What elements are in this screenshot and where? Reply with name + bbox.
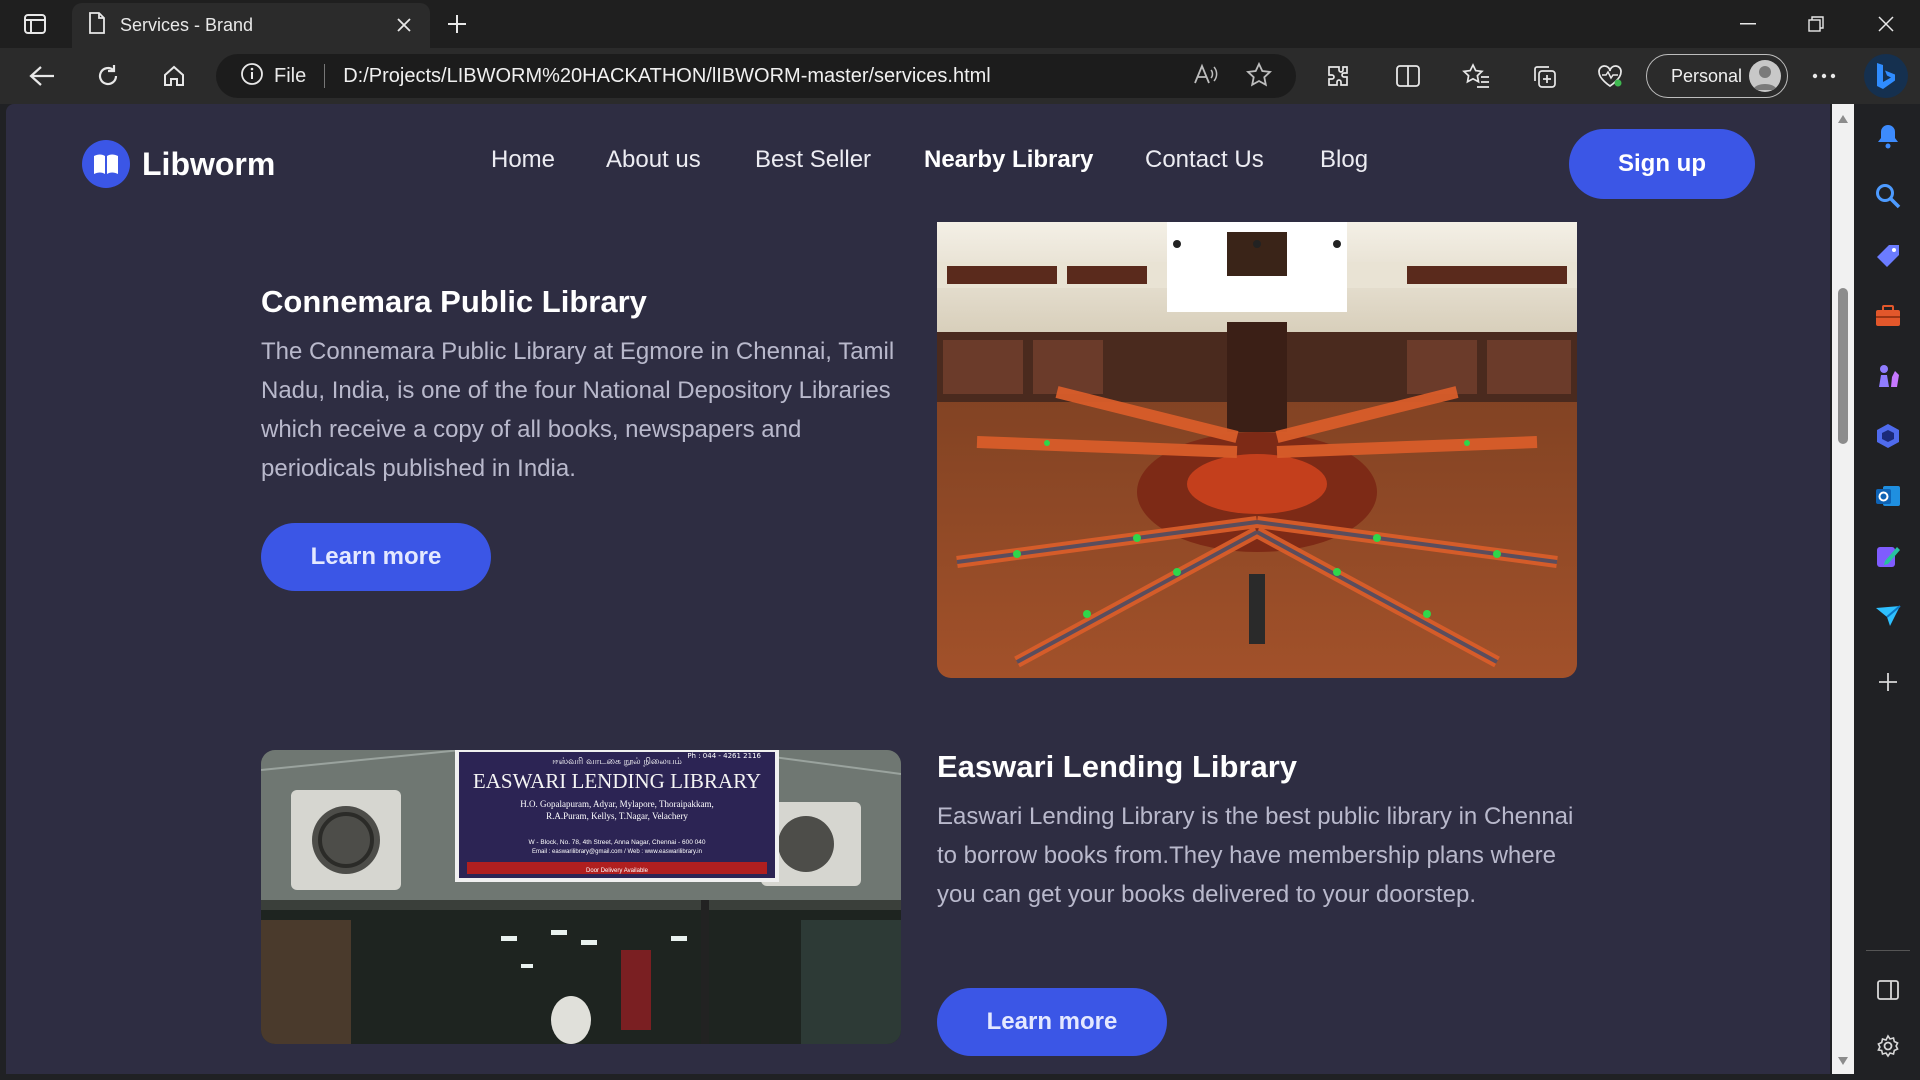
nav-contact-us[interactable]: Contact Us <box>1145 146 1264 174</box>
book-icon <box>82 140 130 188</box>
nav-best-seller[interactable]: Best Seller <box>755 146 871 174</box>
sidebar-divider <box>1866 950 1910 951</box>
collections-icon[interactable] <box>1524 58 1564 94</box>
nav-blog[interactable]: Blog <box>1320 146 1368 174</box>
new-tab-icon[interactable] <box>440 8 474 40</box>
sidebar-settings-gear-icon[interactable] <box>1872 1030 1904 1062</box>
refresh-icon[interactable] <box>88 58 128 94</box>
microsoft-365-icon[interactable] <box>1872 420 1904 452</box>
tools-briefcase-icon[interactable] <box>1872 300 1904 332</box>
games-chess-icon[interactable] <box>1872 360 1904 392</box>
edge-sidebar <box>1856 104 1920 1080</box>
learn-more-button-easwari[interactable]: Learn more <box>937 988 1167 1056</box>
sign-up-button[interactable]: Sign up <box>1569 129 1755 199</box>
browser-window: Services - Brand File D:/Projects/LIBWOR… <box>0 0 1920 1080</box>
site-logo[interactable]: Libworm <box>82 140 275 188</box>
minimize-icon[interactable] <box>1714 0 1782 48</box>
read-aloud-icon[interactable] <box>1192 62 1218 93</box>
tab-title: Services - Brand <box>120 15 254 35</box>
outlook-icon[interactable] <box>1872 480 1904 512</box>
library-photo-easwari: ஈஸ்வரி வாடகை நூல் நிலையம் Ph : 044 - 426… <box>261 750 901 1044</box>
sign-delivery-text: Door Delivery Available <box>586 868 649 874</box>
add-favorite-star-icon[interactable] <box>1245 61 1273 93</box>
shopping-tag-icon[interactable] <box>1872 240 1904 272</box>
split-screen-icon[interactable] <box>1388 58 1428 94</box>
extensions-icon[interactable] <box>1318 58 1358 94</box>
nav-nearby-library[interactable]: Nearby Library <box>924 146 1093 174</box>
notifications-bell-icon[interactable] <box>1872 120 1904 152</box>
library-photo-connemara <box>937 222 1577 678</box>
add-sidebar-app-icon[interactable] <box>1872 666 1904 698</box>
sign-address-text: W - Block, No. 78, 4th Street, Anna Naga… <box>528 839 705 846</box>
scroll-down-arrow-icon[interactable] <box>1837 1054 1849 1066</box>
profile-label: Personal <box>1671 65 1743 86</box>
search-icon[interactable] <box>1872 180 1904 212</box>
sign-tamil-text: ஈஸ்வரி வாடகை நூல் நிலையம் <box>552 757 682 767</box>
restore-icon[interactable] <box>1782 0 1850 48</box>
tab-strip: Services - Brand <box>0 0 1920 48</box>
tab-actions-icon[interactable] <box>18 10 52 38</box>
avatar <box>1749 60 1781 92</box>
sign-branches-text-2: R.A.Puram, Kellys, T.Nagar, Velachery <box>546 811 688 821</box>
address-separator <box>324 64 326 88</box>
browser-toolbar: File D:/Projects/LIBWORM%20HACKATHON/lIB… <box>0 48 1920 104</box>
close-window-icon[interactable] <box>1852 0 1920 48</box>
home-icon[interactable] <box>154 58 194 94</box>
address-bar[interactable]: File D:/Projects/LIBWORM%20HACKATHON/lIB… <box>216 54 1296 98</box>
bing-copilot-icon[interactable] <box>1864 54 1908 98</box>
page-icon <box>88 12 106 39</box>
address-url[interactable]: D:/Projects/LIBWORM%20HACKATHON/lIBWORM-… <box>343 65 991 88</box>
sign-phone-text: Ph : 044 - 4261 2116 <box>687 752 761 760</box>
library-description-connemara: The Connemara Public Library at Egmore i… <box>261 338 895 482</box>
address-scheme-label: File <box>274 64 307 87</box>
back-icon[interactable] <box>22 58 62 94</box>
more-options-icon[interactable] <box>1804 58 1844 94</box>
learn-more-button-connemara[interactable]: Learn more <box>261 523 491 591</box>
site-info-icon[interactable] <box>240 62 264 91</box>
send-drop-icon[interactable] <box>1872 600 1904 632</box>
designer-icon[interactable] <box>1872 540 1904 572</box>
sign-contact-text: Email : easwarilibrary@gmail.com / Web :… <box>532 849 702 855</box>
hide-sidebar-icon[interactable] <box>1872 974 1904 1006</box>
close-tab-icon[interactable] <box>392 13 416 37</box>
page-scrollbar[interactable] <box>1832 104 1854 1074</box>
library-description-easwari: Easwari Lending Library is the best publ… <box>937 803 1574 908</box>
sign-branches-text-1: H.O. Gopalapuram, Adyar, Mylapore, Thora… <box>520 799 713 809</box>
nav-home[interactable]: Home <box>491 146 555 174</box>
tab-active[interactable]: Services - Brand <box>72 3 430 48</box>
page-viewport: Libworm Home About us Best Seller Nearby… <box>6 104 1830 1074</box>
browser-essentials-icon[interactable] <box>1590 58 1630 94</box>
library-title-connemara: Connemara Public Library <box>261 284 647 319</box>
scrollbar-thumb[interactable] <box>1838 288 1848 444</box>
profile-button[interactable]: Personal <box>1646 54 1788 98</box>
nav-about-us[interactable]: About us <box>606 146 701 174</box>
library-title-easwari: Easwari Lending Library <box>937 749 1298 784</box>
brand-name: Libworm <box>142 145 276 182</box>
sign-title-text: EASWARI LENDING LIBRARY <box>473 769 761 793</box>
scroll-up-arrow-icon[interactable] <box>1837 112 1849 124</box>
favorites-icon[interactable] <box>1456 58 1496 94</box>
